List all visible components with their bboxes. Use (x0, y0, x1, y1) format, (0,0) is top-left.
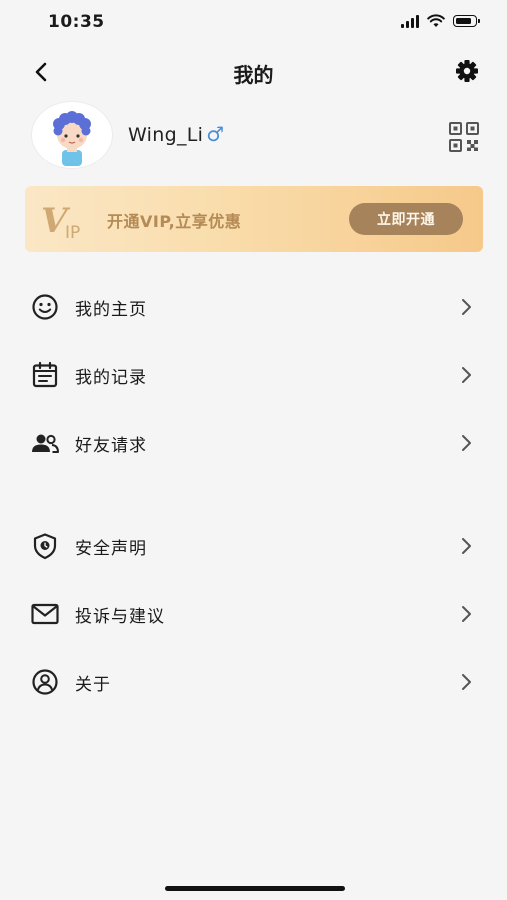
calendar-icon (32, 361, 58, 388)
menu-item-friend-requests[interactable]: 好友请求 (0, 413, 507, 473)
status-icons (401, 14, 480, 28)
smile-icon (32, 294, 58, 320)
vip-promo-text: 开通VIP,立享优惠 (107, 212, 242, 231)
username[interactable]: Wing_Li ♂ (128, 122, 224, 146)
chevron-right-icon (462, 538, 471, 554)
vip-logo: V IP (41, 201, 80, 242)
chevron-right-icon (462, 606, 471, 622)
wifi-icon (427, 14, 445, 27)
menu-item-security[interactable]: 安全声明 (0, 516, 507, 576)
avatar[interactable] (32, 102, 112, 168)
menu-item-label: 关于 (75, 675, 111, 695)
gear-icon (456, 60, 478, 82)
friends-icon (32, 434, 59, 453)
menu-item-records[interactable]: 我的记录 (0, 345, 507, 405)
username-text: Wing_Li (128, 124, 204, 146)
page-title: 我的 (233, 63, 274, 87)
mail-icon (31, 603, 59, 625)
male-icon: ♂ (206, 122, 225, 146)
svg-text:IP: IP (65, 223, 80, 242)
shield-icon (33, 533, 57, 560)
menu-item-about[interactable]: 关于 (0, 652, 507, 712)
profile-section: Wing_Li ♂ (0, 100, 507, 172)
chevron-right-icon (462, 674, 471, 690)
menu-item-label: 投诉与建议 (75, 607, 165, 627)
signal-icon (401, 14, 419, 28)
menu-item-homepage[interactable]: 我的主页 (0, 277, 507, 337)
menu-item-label: 安全声明 (75, 539, 147, 559)
user-circle-icon (32, 669, 58, 695)
vip-activate-button[interactable]: 立即开通 (349, 203, 463, 235)
nav-bar: 我的 (0, 50, 507, 94)
avatar-illustration (53, 111, 91, 166)
battery-icon (453, 15, 480, 27)
menu-item-label: 好友请求 (75, 436, 147, 456)
home-indicator[interactable] (165, 886, 345, 891)
chevron-right-icon (462, 435, 471, 451)
menu-item-label: 我的主页 (75, 300, 147, 320)
settings-button[interactable] (453, 57, 481, 85)
menu-item-feedback[interactable]: 投诉与建议 (0, 584, 507, 644)
status-bar: 10:35 (0, 0, 507, 46)
qr-code-button[interactable] (447, 120, 481, 154)
qr-code-icon (449, 122, 479, 152)
vip-banner[interactable]: V IP 开通VIP,立享优惠 立即开通 (25, 186, 483, 252)
chevron-right-icon (462, 367, 471, 383)
chevron-right-icon (462, 299, 471, 315)
menu-item-label: 我的记录 (75, 368, 147, 388)
status-time: 10:35 (48, 12, 105, 32)
